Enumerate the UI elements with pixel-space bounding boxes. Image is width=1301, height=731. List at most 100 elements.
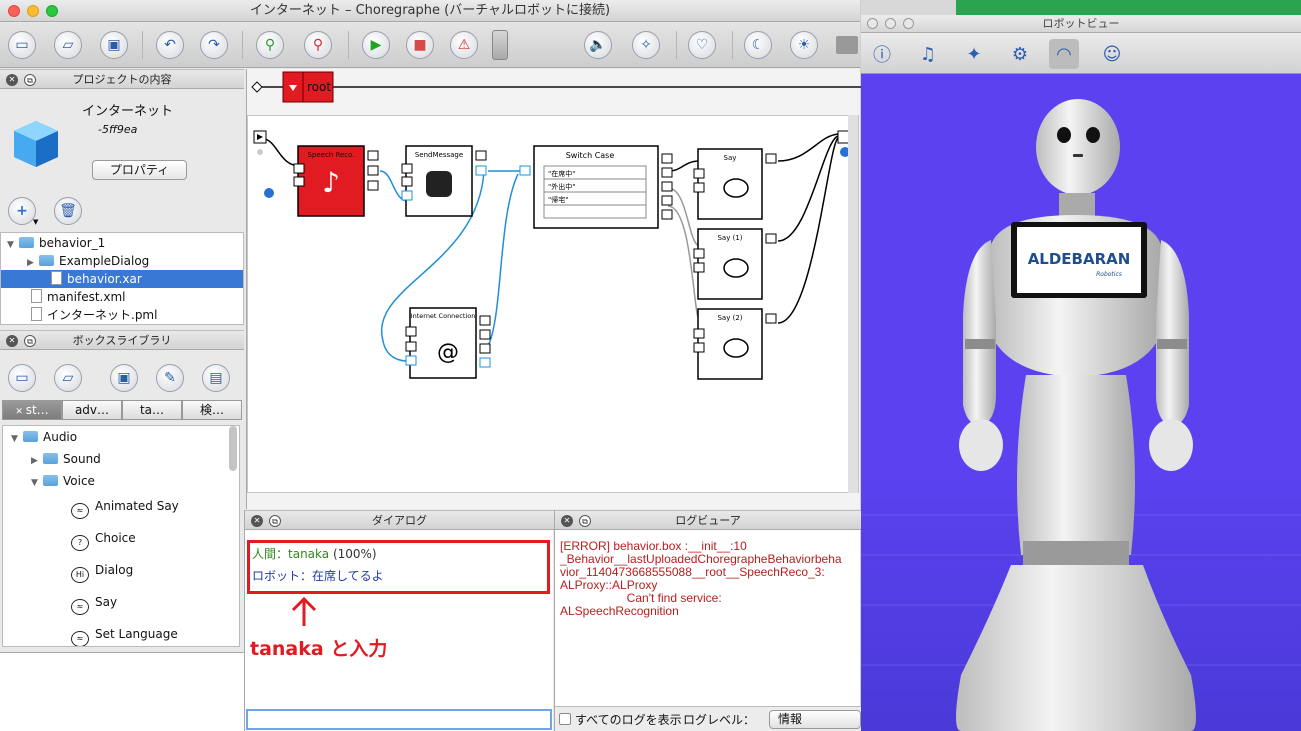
sonar-icon[interactable]: ◠ xyxy=(1049,39,1079,69)
tab-search[interactable]: 検… xyxy=(182,400,242,420)
face-icon[interactable]: ☺ xyxy=(1097,39,1127,69)
properties-button[interactable]: プロパティ xyxy=(92,160,187,180)
debug-icon[interactable]: ⚠ xyxy=(450,31,478,59)
library-item-voice[interactable]: ▼ Voice xyxy=(3,472,239,490)
close-window-button[interactable] xyxy=(8,5,20,17)
connect-icon[interactable]: ⚲ xyxy=(256,31,284,59)
project-tree: ▼ behavior_1 ▶ ExampleDialog behavior.xar … xyxy=(0,232,244,325)
tree-item-manifest[interactable]: manifest.xml xyxy=(1,288,243,306)
autonomous-life-icon[interactable]: ♡ xyxy=(688,31,716,59)
close-panel-icon[interactable]: ✕ xyxy=(6,74,18,86)
project-id: -5ff9ea xyxy=(98,123,138,136)
tree-item-exampledialog[interactable]: ▶ ExampleDialog xyxy=(1,252,243,270)
box-label: Say xyxy=(724,154,737,162)
wake-up-icon[interactable]: ☀ xyxy=(790,31,818,59)
library-tabs: ✕ st… adv… ta… 検… xyxy=(2,400,242,420)
box-switch-case: Switch Case "在席中" "外出中" "帰宅" xyxy=(519,145,673,229)
undo-icon[interactable]: ↶ xyxy=(156,31,184,59)
info-icon[interactable]: ⓘ xyxy=(867,39,897,69)
box-label: Say (1) xyxy=(717,234,742,242)
library-item-choice[interactable]: ? Choice xyxy=(3,529,239,551)
library-item-sound[interactable]: ▶ Sound xyxy=(3,450,239,468)
tree-item-pml[interactable]: インターネット.pml xyxy=(1,306,243,324)
undock-panel-icon[interactable]: ⧉ xyxy=(579,515,591,527)
svg-text:♪: ♪ xyxy=(322,166,340,199)
library-item-audio[interactable]: ▼ Audio xyxy=(3,428,239,446)
battery-icon xyxy=(836,36,858,54)
minimize-window-button[interactable] xyxy=(27,5,39,17)
trash-icon[interactable]: 🗑 xyxy=(54,197,82,225)
close-panel-icon[interactable]: ✕ xyxy=(6,335,18,347)
play-icon[interactable]: ▶ xyxy=(362,31,390,59)
tab-standard[interactable]: ✕ st… xyxy=(2,400,62,420)
library-item-set-language[interactable]: ≈ Set Language xyxy=(3,625,239,646)
redo-icon[interactable]: ↷ xyxy=(200,31,228,59)
box-description-area xyxy=(0,652,244,731)
open-library-icon[interactable]: ▱ xyxy=(54,364,82,392)
breadcrumb-bar: root xyxy=(251,71,861,103)
undock-panel-icon[interactable]: ⧉ xyxy=(24,74,36,86)
library-item-dialog[interactable]: Hi Dialog xyxy=(3,561,239,583)
settings-disabled-icon[interactable]: ⚙ xyxy=(1005,39,1035,69)
stop-icon[interactable]: ■ xyxy=(406,31,434,59)
panel-title: ダイアログ xyxy=(372,514,427,527)
robot-view-titlebar: ロボットビュー xyxy=(861,15,1301,33)
close-window-button[interactable] xyxy=(867,18,878,29)
box-say-1: Say (1) xyxy=(693,228,777,300)
robot-3d-scene[interactable]: ALDEBARAN Robotics xyxy=(861,75,1301,731)
volume-icon[interactable]: 🔈 xyxy=(584,31,612,59)
desktop-strip xyxy=(861,0,1301,16)
save-project-icon[interactable]: ▣ xyxy=(100,31,128,59)
flow-svg: Speech Reco. ♪ SendMessage Switch Case "… xyxy=(253,130,851,380)
svg-text:@: @ xyxy=(437,340,459,365)
tree-item-behavior-xar[interactable]: behavior.xar xyxy=(1,270,243,288)
open-project-icon[interactable]: ▱ xyxy=(54,31,82,59)
new-library-icon[interactable]: ▭ xyxy=(8,364,36,392)
project-name: インターネット xyxy=(82,104,174,119)
motion-disabled-icon[interactable]: ✦ xyxy=(959,39,989,69)
tree-item-behavior-1[interactable]: ▼ behavior_1 xyxy=(1,234,243,252)
add-dropdown-icon[interactable]: ▼ xyxy=(33,218,38,226)
show-all-logs-checkbox[interactable] xyxy=(559,713,571,725)
box-say: Say xyxy=(693,148,777,220)
box-label: Internet Connection xyxy=(411,312,476,320)
zoom-window-button[interactable] xyxy=(903,18,914,29)
undock-panel-icon[interactable]: ⧉ xyxy=(24,335,36,347)
box-internet-connection: Internet Connection @ xyxy=(405,307,491,379)
log-level-label: ログレベル： xyxy=(683,713,756,727)
flow-canvas[interactable]: Speech Reco. ♪ SendMessage Switch Case "… xyxy=(247,115,859,493)
canvas-scrollbar[interactable] xyxy=(848,115,858,493)
add-file-icon[interactable]: + xyxy=(8,197,36,225)
library-item-say[interactable]: ≈ Say xyxy=(3,593,239,615)
log-output: [ERROR] behavior.box :__init__:10 _Behav… xyxy=(560,540,860,618)
library-scrollbar[interactable] xyxy=(229,426,237,471)
library-item-animated-say[interactable]: ≈ Animated Say xyxy=(3,497,239,519)
rest-icon[interactable]: ☾ xyxy=(744,31,772,59)
speech-bubble-icon: ≈ xyxy=(71,599,89,615)
save-library-icon[interactable]: ▣ xyxy=(110,364,138,392)
tab-tags[interactable]: ta… xyxy=(122,400,182,420)
undock-panel-icon[interactable]: ⧉ xyxy=(269,515,281,527)
close-panel-icon[interactable]: ✕ xyxy=(561,515,573,527)
new-project-icon[interactable]: ▭ xyxy=(8,31,36,59)
volume-slider[interactable] xyxy=(492,30,508,60)
panel-title: ログビューア xyxy=(675,514,741,527)
disconnect-icon[interactable]: ⚲ xyxy=(304,31,332,59)
zoom-window-button[interactable] xyxy=(46,5,58,17)
minimize-window-button[interactable] xyxy=(885,18,896,29)
robot-view-title: ロボットビュー xyxy=(1042,17,1120,30)
panel-title: プロジェクトの内容 xyxy=(72,73,172,86)
close-panel-icon[interactable]: ✕ xyxy=(251,515,263,527)
library-list-icon[interactable]: ▤ xyxy=(202,364,230,392)
log-level-select[interactable]: 情報 xyxy=(769,710,861,729)
tablet-logo-sub: Robotics xyxy=(1096,271,1122,278)
dialog-panel-header: ✕ ⧉ ダイアログ xyxy=(245,510,554,530)
box-send-message: SendMessage xyxy=(401,145,487,217)
robot-view-toolbar: ⓘ ♫ ✦ ⚙ ◠ ☺ xyxy=(861,33,1301,74)
dialog-input[interactable] xyxy=(246,709,552,730)
audio-disabled-icon[interactable]: ♫ xyxy=(913,39,943,69)
posture-icon[interactable]: ✧ xyxy=(632,31,660,59)
edit-library-icon[interactable]: ✎ xyxy=(156,364,184,392)
box-label: Switch Case xyxy=(566,151,615,160)
tab-advanced[interactable]: adv… xyxy=(62,400,122,420)
